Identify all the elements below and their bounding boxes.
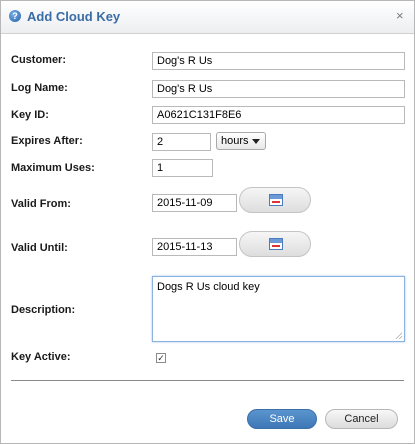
calendar-icon [269,194,283,206]
chevron-down-icon [252,139,260,144]
add-cloud-key-dialog: ? Add Cloud Key × Customer: Dog's R Us L… [0,0,415,444]
dialog-titlebar: ? Add Cloud Key × [1,1,414,34]
customer-label: Customer: [11,54,67,66]
description-text: Dogs R Us cloud key [157,281,260,293]
key-id-label: Key ID: [11,109,49,121]
valid-from-input[interactable]: 2015-11-09 [152,194,237,212]
save-button[interactable]: Save [247,409,317,429]
maximum-uses-input[interactable]: 1 [152,159,213,177]
description-label: Description: [11,304,76,316]
valid-until-label: Valid Until: [11,242,68,254]
resize-handle-icon[interactable] [395,332,402,339]
valid-until-input[interactable]: 2015-11-13 [152,238,237,256]
description-textarea[interactable]: Dogs R Us cloud key [152,276,405,342]
log-name-input[interactable]: Dog's R Us [152,80,405,98]
valid-until-calendar-button[interactable] [239,231,311,257]
expires-after-label: Expires After: [11,135,83,147]
close-icon[interactable]: × [396,8,404,23]
key-active-label: Key Active: [11,351,71,363]
expires-after-input[interactable]: 2 [152,133,211,151]
valid-from-calendar-button[interactable] [239,187,311,213]
calendar-icon [269,238,283,250]
maximum-uses-label: Maximum Uses: [11,162,95,174]
dialog-title: Add Cloud Key [27,9,121,24]
expires-unit-value: hours [221,135,249,147]
cancel-button[interactable]: Cancel [325,409,398,429]
log-name-label: Log Name: [11,82,68,94]
customer-input[interactable]: Dog's R Us [152,52,405,70]
valid-from-label: Valid From: [11,198,71,210]
key-id-input[interactable]: A0621C131F8E6 [152,106,405,124]
divider [11,380,404,381]
help-circle-icon: ? [9,10,21,22]
key-active-checkbox[interactable]: ✓ [156,353,166,363]
expires-unit-select[interactable]: hours [216,132,266,150]
